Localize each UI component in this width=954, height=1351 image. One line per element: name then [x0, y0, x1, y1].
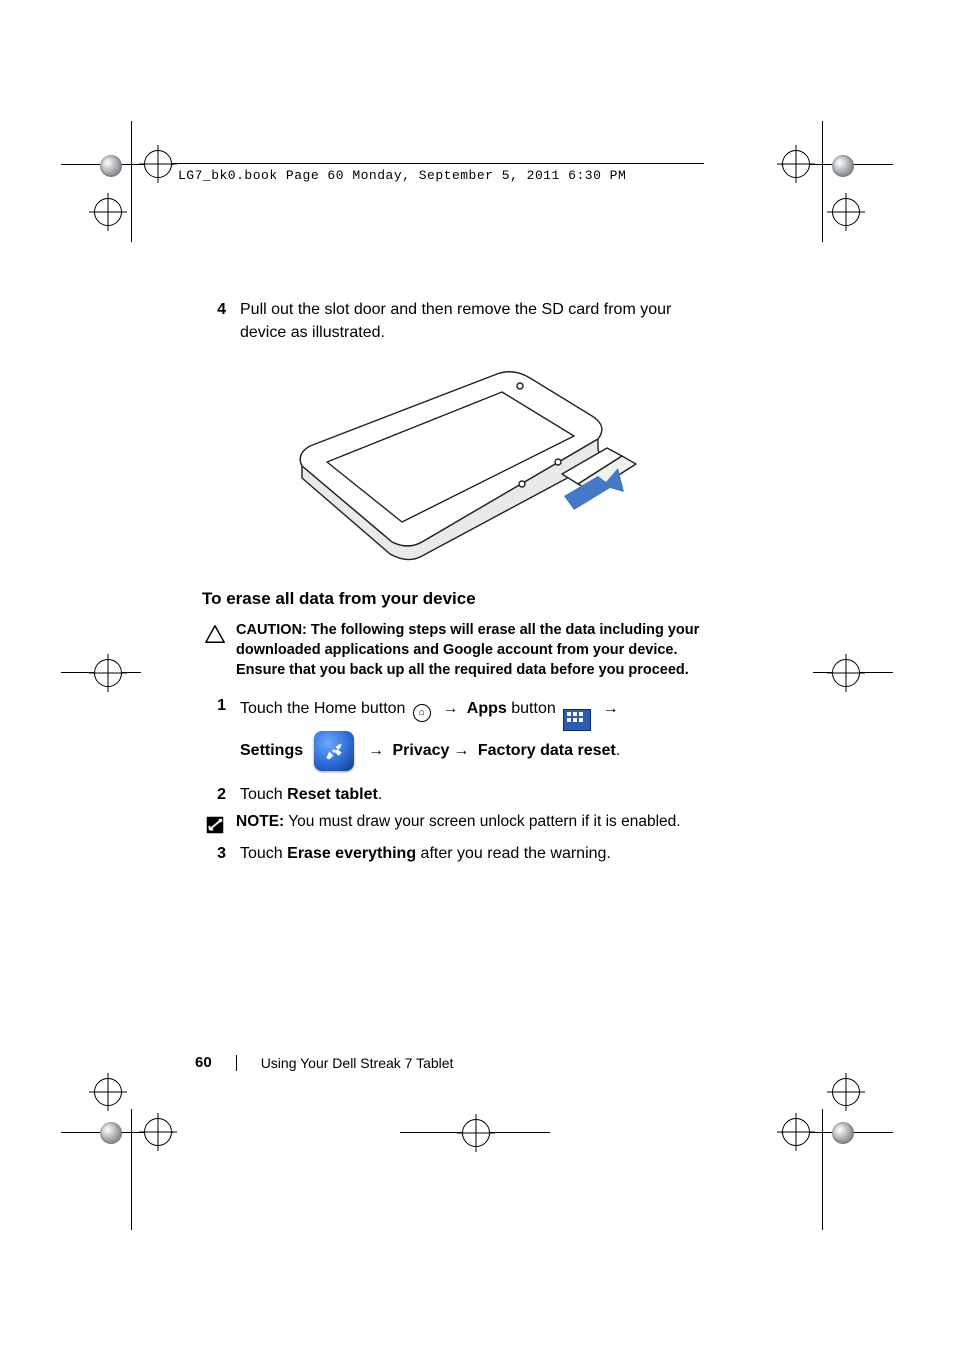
page-footer: 60 Using Your Dell Streak 7 Tablet: [195, 1054, 453, 1071]
crop-mark: [100, 155, 122, 177]
hairline: [131, 121, 132, 242]
hairline: [61, 672, 141, 673]
crop-mark: [94, 1078, 122, 1106]
hairline: [781, 164, 893, 165]
caution-callout: CAUTION: The following steps will erase …: [202, 621, 702, 680]
text-fragment: Touch the Home button: [240, 700, 410, 717]
step-number: 1: [202, 694, 226, 771]
hairline: [400, 1132, 550, 1133]
crop-mark: [832, 659, 860, 687]
crop-mark: [832, 1122, 854, 1144]
caution-icon: [202, 623, 226, 645]
home-icon: ⌂: [413, 704, 431, 722]
note-label: NOTE:: [236, 813, 284, 830]
erase-everything-label: Erase everything: [287, 845, 416, 862]
step-number: 4: [202, 298, 226, 344]
step-3: 3 Touch Erase everything after you read …: [202, 842, 702, 865]
step-number: 3: [202, 842, 226, 865]
note-callout: NOTE: You must draw your screen unlock p…: [202, 812, 702, 836]
section-heading: To erase all data from your device: [202, 589, 702, 609]
page-number: 60: [195, 1054, 212, 1071]
caution-label: CAUTION:: [236, 622, 307, 638]
text-fragment: after you read the warning.: [416, 845, 611, 862]
arrow: →: [368, 742, 384, 759]
arrow: →: [453, 742, 469, 759]
step-2: 2 Touch Reset tablet.: [202, 783, 702, 806]
hairline: [813, 672, 893, 673]
note-body: You must draw your screen unlock pattern…: [288, 813, 680, 830]
chapter-title: Using Your Dell Streak 7 Tablet: [261, 1055, 454, 1071]
hairline: [61, 164, 173, 165]
apps-label: Apps: [467, 700, 507, 717]
header-rule: [171, 163, 704, 164]
text-fragment: Touch: [240, 845, 287, 862]
arrow: →: [442, 700, 458, 717]
crop-mark: [832, 155, 854, 177]
caution-text: CAUTION: The following steps will erase …: [236, 621, 702, 680]
settings-icon: [314, 731, 354, 771]
note-text: NOTE: You must draw your screen unlock p…: [236, 812, 702, 833]
crop-mark: [94, 659, 122, 687]
crop-mark: [832, 198, 860, 226]
crop-mark: [100, 1122, 122, 1144]
step-number: 2: [202, 783, 226, 806]
content-column: 4 Pull out the slot door and then remove…: [202, 298, 702, 877]
step-4: 4 Pull out the slot door and then remove…: [202, 298, 702, 344]
crop-mark: [832, 1078, 860, 1106]
step-1: 1 Touch the Home button ⌂ → Apps button …: [202, 694, 702, 771]
factory-reset-label: Factory data reset: [478, 742, 616, 759]
reset-tablet-label: Reset tablet: [287, 786, 378, 803]
crop-mark: [94, 198, 122, 226]
hairline: [822, 1109, 823, 1230]
hairline: [781, 1132, 893, 1133]
apps-icon: [563, 709, 591, 731]
tablet-svg: [262, 356, 642, 561]
step-text: Pull out the slot door and then remove t…: [240, 298, 702, 344]
step-body: Touch Erase everything after you read th…: [240, 842, 702, 865]
step-body: Touch Reset tablet.: [240, 783, 702, 806]
hairline: [131, 1109, 132, 1230]
header-file-info: LG7_bk0.book Page 60 Monday, September 5…: [178, 168, 626, 183]
tablet-illustration: [202, 356, 702, 561]
period: .: [616, 742, 620, 759]
settings-label: Settings: [240, 742, 303, 759]
text-fragment: Touch: [240, 786, 287, 803]
arrow: →: [603, 700, 619, 717]
privacy-label: Privacy: [392, 742, 449, 759]
crop-mark: [462, 1119, 490, 1147]
text-fragment: button: [511, 700, 560, 717]
note-icon: [202, 814, 226, 836]
text-fragment: .: [378, 786, 382, 803]
hairline: [61, 1132, 173, 1133]
page: LG7_bk0.book Page 60 Monday, September 5…: [0, 0, 954, 1351]
footer-separator: [236, 1055, 237, 1071]
hairline: [822, 121, 823, 242]
step-body: Touch the Home button ⌂ → Apps button → …: [240, 694, 702, 771]
